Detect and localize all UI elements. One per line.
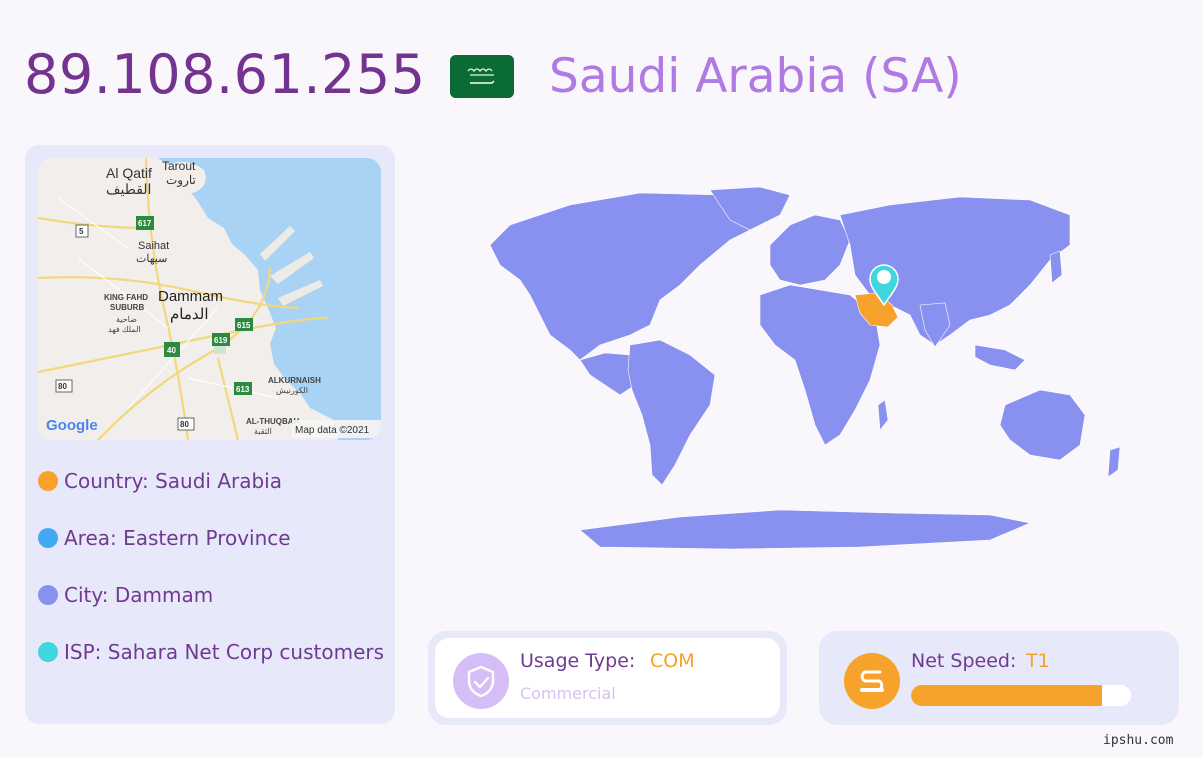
info-label: Area: Eastern Province xyxy=(64,526,291,550)
info-row: Country: Saudi Arabia xyxy=(38,466,282,496)
svg-text:Tarout: Tarout xyxy=(162,159,196,173)
info-label: ISP: Sahara Net Corp customers xyxy=(64,640,385,664)
svg-text:الدمام: الدمام xyxy=(170,306,209,323)
info-dot-icon xyxy=(38,585,58,605)
svg-text:Al Qatif: Al Qatif xyxy=(106,165,152,181)
shield-check-icon xyxy=(453,653,509,709)
info-label: City: Dammam xyxy=(64,583,214,607)
svg-text:ضاحية: ضاحية xyxy=(116,315,137,324)
net-speed-value: T1 xyxy=(1026,650,1050,672)
svg-text:Dammam: Dammam xyxy=(158,288,223,305)
watermark: ipshu.com xyxy=(1103,733,1174,748)
svg-text:الملك فهد: الملك فهد xyxy=(108,325,141,334)
info-dot-icon xyxy=(38,471,58,491)
net-speed-bar-fill xyxy=(911,685,1103,706)
svg-text:سيهات: سيهات xyxy=(136,253,167,265)
svg-text:615: 615 xyxy=(237,321,251,330)
info-dot-icon xyxy=(38,642,58,662)
info-row: ISP: Sahara Net Corp customers xyxy=(38,637,384,667)
info-label: Country: Saudi Arabia xyxy=(64,469,282,493)
info-dot-icon xyxy=(38,528,58,548)
info-row: City: Dammam xyxy=(38,580,213,610)
svg-text:القطيف: القطيف xyxy=(106,181,151,197)
world-map xyxy=(430,185,1150,559)
svg-text:تاروت: تاروت xyxy=(166,173,196,187)
svg-text:SUBURB: SUBURB xyxy=(110,303,144,312)
info-row: Area: Eastern Province xyxy=(38,523,291,553)
svg-text:80: 80 xyxy=(58,382,67,391)
svg-text:619: 619 xyxy=(214,336,228,345)
svg-text:الثقبة: الثقبة xyxy=(254,427,272,436)
svg-text:Google: Google xyxy=(46,417,98,434)
ip-address: 89.108.61.255 xyxy=(24,43,426,106)
svg-text:Saihat: Saihat xyxy=(138,240,169,252)
net-speed-label: Net Speed: xyxy=(911,650,1017,672)
svg-text:KING FAHD: KING FAHD xyxy=(104,293,148,302)
usage-type-label: Usage Type: xyxy=(520,650,636,672)
net-speed-bar xyxy=(911,685,1131,706)
svg-text:Map data ©2021: Map data ©2021 xyxy=(295,425,370,436)
usage-type-description: Commercial xyxy=(520,684,616,703)
svg-text:617: 617 xyxy=(138,219,152,228)
svg-text:AL-THUQBAH: AL-THUQBAH xyxy=(246,417,300,426)
svg-text:ALKURNAISH: ALKURNAISH xyxy=(268,376,321,385)
svg-text:الكورنيش: الكورنيش xyxy=(276,386,308,395)
svg-text:5: 5 xyxy=(79,227,84,236)
svg-text:40: 40 xyxy=(167,346,176,355)
svg-text:613: 613 xyxy=(236,385,250,394)
saudi-arabia-flag-icon xyxy=(450,55,514,98)
usage-type-value: COM xyxy=(650,650,695,672)
speed-s-icon xyxy=(844,653,900,709)
country-title: Saudi Arabia (SA) xyxy=(549,49,962,104)
mini-map[interactable]: Al Qatif القطيف Tarout تاروت Saihat سيها… xyxy=(38,158,381,440)
svg-text:80: 80 xyxy=(180,420,189,429)
